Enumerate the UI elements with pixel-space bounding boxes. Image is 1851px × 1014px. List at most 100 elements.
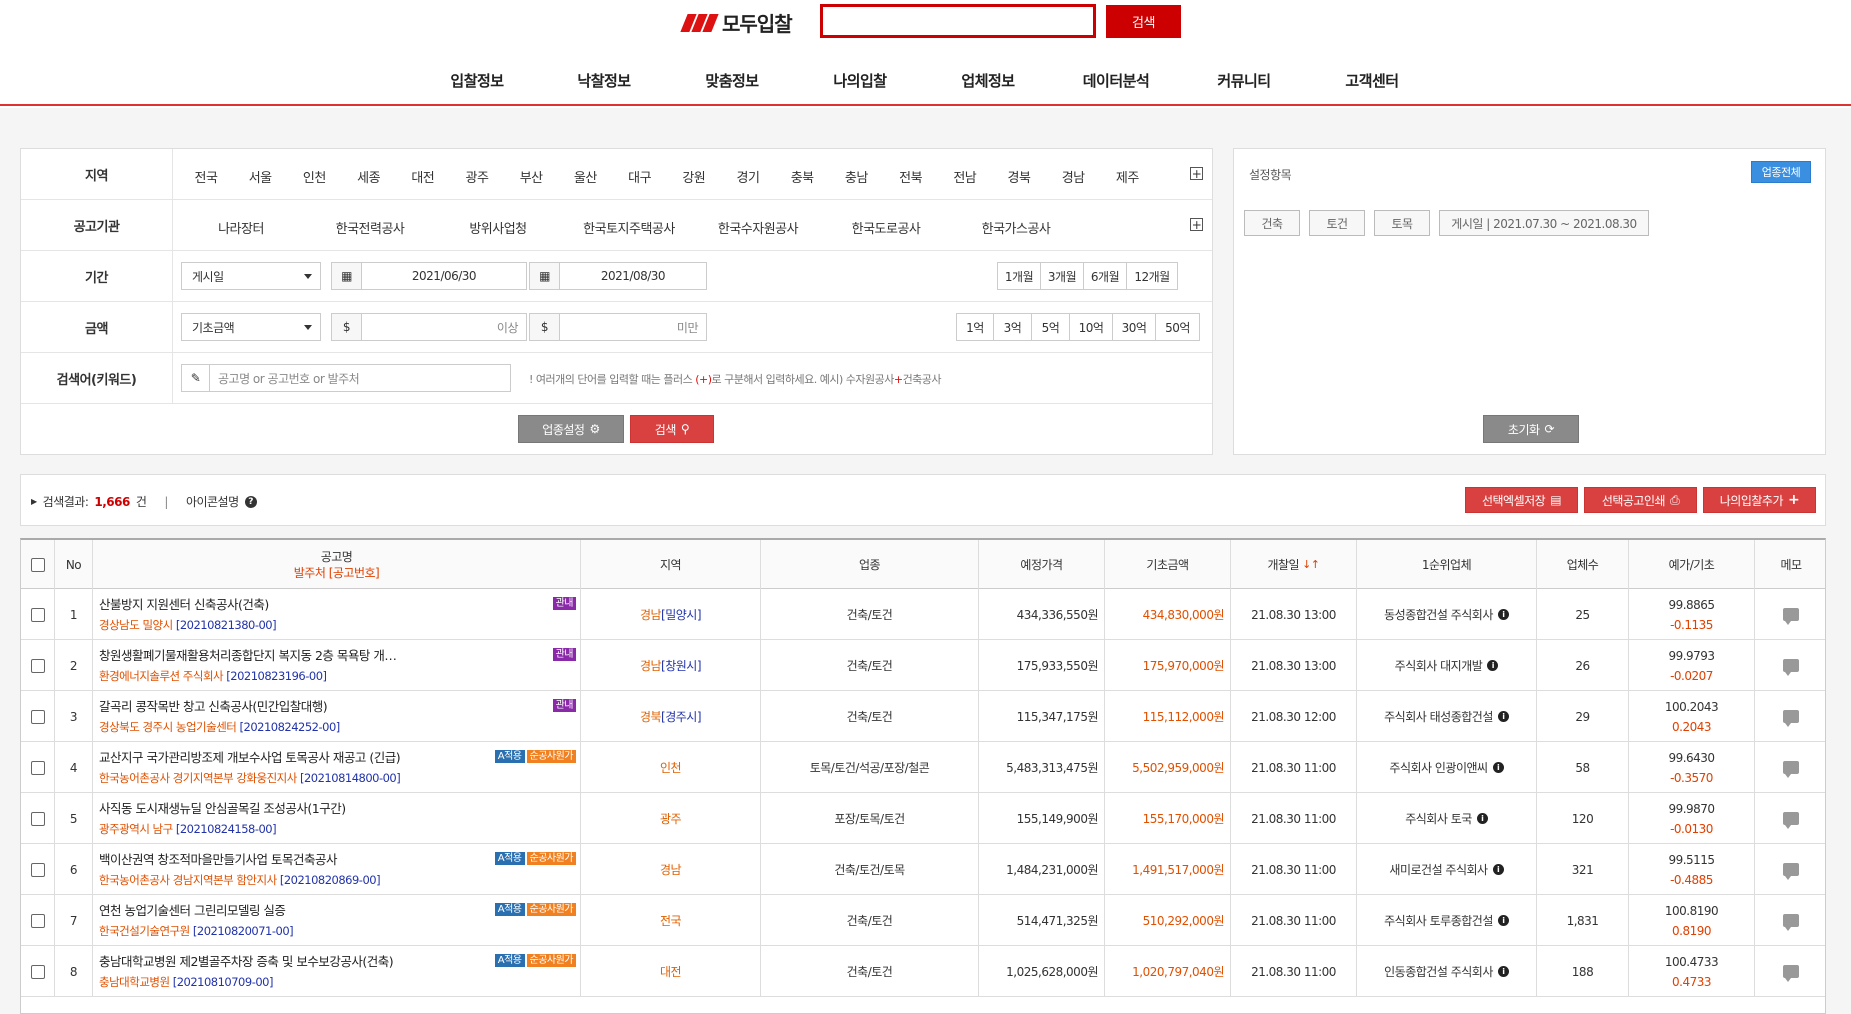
- nav-item[interactable]: 나의입찰: [833, 70, 887, 91]
- info-icon[interactable]: i: [1497, 915, 1509, 926]
- row-select-cell[interactable]: [21, 793, 55, 844]
- settings-tag[interactable]: 토건: [1309, 210, 1365, 236]
- row-select-cell[interactable]: [21, 946, 55, 997]
- sector-setting-button[interactable]: 업종설정 ⚙: [518, 415, 624, 443]
- region-option[interactable]: 부산: [520, 167, 543, 186]
- row-title[interactable]: 갈곡리 콩작목반 창고 신축공사(민간입찰대행): [99, 697, 328, 717]
- row-checkbox[interactable]: [30, 760, 45, 775]
- row-winner[interactable]: 동성종합건설 주식회사 i: [1357, 589, 1537, 640]
- nav-item[interactable]: 고객센터: [1345, 70, 1399, 91]
- nav-item[interactable]: 맞춤정보: [705, 70, 759, 91]
- print-button[interactable]: 선택공고인쇄 ⎙: [1584, 487, 1697, 513]
- search-button[interactable]: 검색 ⚲: [630, 415, 714, 443]
- amount-button[interactable]: 50억: [1156, 314, 1199, 340]
- info-icon[interactable]: i: [1476, 813, 1488, 824]
- nav-item[interactable]: 입찰정보: [450, 70, 504, 91]
- memo-icon[interactable]: [1783, 914, 1799, 931]
- row-memo-cell[interactable]: [1755, 895, 1825, 946]
- settings-tag[interactable]: 게시일 | 2021.07.30 ~ 2021.08.30: [1439, 210, 1649, 236]
- amount-min-input[interactable]: $ 이상: [331, 313, 527, 341]
- date-from-input[interactable]: ▦ 2021/06/30: [331, 262, 527, 290]
- memo-icon[interactable]: [1783, 608, 1799, 625]
- region-option[interactable]: 충남: [845, 167, 868, 186]
- agency-option[interactable]: 나라장터: [218, 218, 264, 237]
- agency-option[interactable]: 한국수자원공사: [718, 218, 799, 237]
- row-checkbox[interactable]: [30, 811, 45, 826]
- excel-save-button[interactable]: 선택엑셀저장 ▤: [1465, 487, 1578, 513]
- region-option[interactable]: 대전: [411, 167, 434, 186]
- nav-item[interactable]: 커뮤니티: [1217, 70, 1271, 91]
- settings-tag[interactable]: 토목: [1374, 210, 1430, 236]
- memo-icon[interactable]: [1783, 812, 1799, 829]
- row-checkbox[interactable]: [30, 964, 45, 979]
- row-title-cell[interactable]: 백이산권역 창조적마을만들기사업 토목건축공사 한국농어촌공사 경남지역본부 함안…: [93, 844, 581, 895]
- memo-icon[interactable]: [1783, 710, 1799, 727]
- region-option[interactable]: 경북: [1008, 167, 1031, 186]
- region-option[interactable]: 경기: [737, 167, 760, 186]
- nav-item[interactable]: 낙찰정보: [577, 70, 631, 91]
- memo-icon[interactable]: [1783, 965, 1799, 982]
- select-all-checkbox[interactable]: [30, 557, 45, 572]
- date-to-input[interactable]: ▦ 2021/08/30: [529, 262, 707, 290]
- info-icon[interactable]: i: [1497, 609, 1509, 620]
- row-title[interactable]: 산불방지 지원센터 신축공사(건축): [99, 595, 269, 615]
- question-icon[interactable]: ?: [244, 495, 257, 508]
- row-memo-cell[interactable]: [1755, 844, 1825, 895]
- info-icon[interactable]: i: [1492, 864, 1504, 875]
- row-title-cell[interactable]: 갈곡리 콩작목반 창고 신축공사(민간입찰대행) 경상북도 경주시 농업기술센터 …: [93, 691, 581, 742]
- keyword-input[interactable]: ✎ 공고명 or 공고번호 or 발주처: [181, 364, 511, 392]
- memo-icon[interactable]: [1783, 863, 1799, 880]
- row-title-cell[interactable]: 사직동 도시재생뉴딜 안심골목길 조성공사(1구간) 광주광역시 남구 [2021…: [93, 793, 581, 844]
- row-checkbox[interactable]: [30, 913, 45, 928]
- agency-option[interactable]: 방위사업청: [469, 218, 527, 237]
- row-select-cell[interactable]: [21, 589, 55, 640]
- agency-option[interactable]: 한국가스공사: [982, 218, 1051, 237]
- header-open-date[interactable]: 개찰일 ↓↑: [1231, 540, 1357, 589]
- all-sectors-button[interactable]: 업종전체: [1751, 161, 1811, 183]
- row-select-cell[interactable]: [21, 742, 55, 793]
- amount-button[interactable]: 3억: [994, 314, 1032, 340]
- row-title-cell[interactable]: 산불방지 지원센터 신축공사(건축) 경상남도 밀양시 [20210821380-…: [93, 589, 581, 640]
- row-winner-name[interactable]: 주식회사 인광이앤씨: [1389, 759, 1488, 776]
- amount-button[interactable]: 10억: [1070, 314, 1113, 340]
- sort-icon[interactable]: ↓↑: [1302, 557, 1320, 573]
- region-option[interactable]: 인천: [303, 167, 326, 186]
- nav-item[interactable]: 데이터분석: [1083, 70, 1150, 91]
- info-icon[interactable]: i: [1497, 966, 1509, 977]
- region-option[interactable]: 전북: [899, 167, 922, 186]
- region-option[interactable]: 제주: [1116, 167, 1139, 186]
- info-icon[interactable]: i: [1487, 660, 1499, 671]
- agency-expand-icon[interactable]: +: [1190, 218, 1203, 231]
- region-option[interactable]: 전국: [195, 167, 218, 186]
- reset-button[interactable]: 초기화 ⟳: [1483, 415, 1579, 443]
- region-expand-icon[interactable]: +: [1190, 167, 1203, 180]
- agency-option[interactable]: 한국전력공사: [336, 218, 405, 237]
- row-title-cell[interactable]: 충남대학교병원 제2별골주차장 증축 및 보수보강공사(건축) 충남대학교병원 […: [93, 946, 581, 997]
- row-select-cell[interactable]: [21, 691, 55, 742]
- row-title[interactable]: 충남대학교병원 제2별골주차장 증축 및 보수보강공사(건축): [99, 952, 394, 972]
- row-title-cell[interactable]: 교산지구 국가관리방조제 개보수사업 토목공사 재공고 (긴급) 한국농어촌공사 …: [93, 742, 581, 793]
- row-select-cell[interactable]: [21, 844, 55, 895]
- row-checkbox[interactable]: [30, 658, 45, 673]
- row-winner[interactable]: 주식회사 인광이앤씨 i: [1357, 742, 1537, 793]
- row-winner[interactable]: 새미로건설 주식회사 i: [1357, 844, 1537, 895]
- amount-button[interactable]: 1억: [957, 314, 994, 340]
- row-title-cell[interactable]: 연천 농업기술센터 그린리모델링 실증 한국건설기술연구원 [2021082007…: [93, 895, 581, 946]
- row-memo-cell[interactable]: [1755, 691, 1825, 742]
- row-checkbox[interactable]: [30, 709, 45, 724]
- row-memo-cell[interactable]: [1755, 589, 1825, 640]
- row-winner-name[interactable]: 주식회사 토국: [1405, 810, 1472, 827]
- row-memo-cell[interactable]: [1755, 946, 1825, 997]
- region-option[interactable]: 전남: [953, 167, 976, 186]
- nav-item[interactable]: 업체정보: [961, 70, 1015, 91]
- row-memo-cell[interactable]: [1755, 640, 1825, 691]
- settings-tag[interactable]: 건축: [1244, 210, 1300, 236]
- period-button[interactable]: 1개월: [998, 263, 1041, 289]
- region-option[interactable]: 광주: [466, 167, 489, 186]
- period-button[interactable]: 12개월: [1127, 263, 1177, 289]
- row-winner-name[interactable]: 주식회사 태성종합건설: [1384, 708, 1493, 725]
- row-winner[interactable]: 주식회사 태성종합건설 i: [1357, 691, 1537, 742]
- header-select-all[interactable]: [21, 540, 55, 589]
- info-icon[interactable]: i: [1497, 711, 1509, 722]
- agency-option[interactable]: 한국토지주택공사: [583, 218, 675, 237]
